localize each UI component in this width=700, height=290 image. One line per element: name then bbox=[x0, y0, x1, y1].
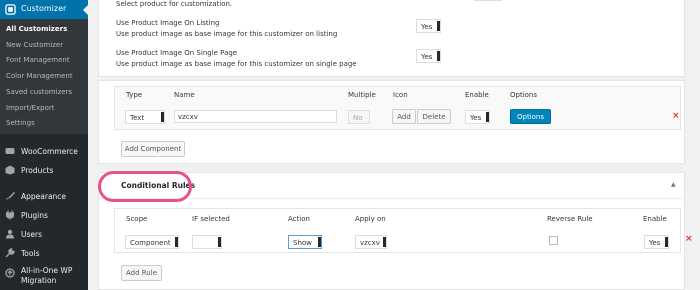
submenu-settings[interactable]: Settings bbox=[6, 119, 35, 127]
col-scope: Scope bbox=[126, 215, 148, 223]
remove-component-icon[interactable]: × bbox=[672, 111, 680, 121]
sidebar-item-label-line2: Migration bbox=[21, 276, 57, 285]
select-handle bbox=[665, 237, 668, 247]
col-icon: Icon bbox=[393, 91, 408, 99]
select-handle bbox=[383, 237, 386, 247]
col-enable: Enable bbox=[465, 91, 489, 99]
sidebar-item-label: Customizer bbox=[21, 4, 67, 13]
listing-image-value: Yes bbox=[421, 23, 433, 31]
rule-scope-select[interactable]: Component bbox=[125, 235, 179, 249]
sidebar-item-customizer[interactable]: Customizer bbox=[0, 0, 88, 19]
single-image-label: Use Product Image On Single Page bbox=[116, 49, 238, 57]
sidebar-item-label: Plugins bbox=[21, 211, 48, 220]
rule-apply-on-select[interactable]: vzcxv bbox=[355, 235, 387, 249]
component-name-input[interactable]: vzcxv bbox=[174, 110, 337, 123]
component-enable-value: Yes bbox=[470, 114, 482, 122]
customizer-icon bbox=[5, 4, 16, 15]
col-enable: Enable bbox=[643, 215, 667, 223]
sidebar-item-woocommerce[interactable]: WooCommerce bbox=[0, 142, 88, 161]
rule-scope-value: Component bbox=[130, 239, 171, 247]
submenu-font-management[interactable]: Font Management bbox=[6, 56, 70, 64]
submenu-color-management[interactable]: Color Management bbox=[6, 72, 73, 80]
select-handle bbox=[318, 237, 321, 247]
component-type-value: Text bbox=[130, 114, 145, 122]
component-type-select[interactable]: Text bbox=[125, 110, 165, 124]
col-options: Options bbox=[510, 91, 538, 99]
sidebar-item-label: Tools bbox=[21, 249, 40, 258]
select-handle bbox=[218, 237, 221, 247]
select-handle bbox=[161, 112, 164, 122]
component-options-button[interactable]: Options bbox=[510, 109, 551, 124]
admin-sidebar: Customizer All Customizers New Customize… bbox=[0, 0, 88, 290]
products-icon bbox=[5, 165, 15, 175]
submenu-saved-customizers[interactable]: Saved customizers bbox=[6, 88, 72, 96]
rule-if-selected-select[interactable] bbox=[192, 235, 222, 249]
product-select[interactable] bbox=[474, 0, 502, 1]
add-rule-button[interactable]: Add Rule bbox=[121, 265, 162, 281]
listing-image-label: Use Product Image On Listing bbox=[116, 19, 220, 27]
sidebar-item-label: Products bbox=[21, 166, 54, 175]
col-apply-on: Apply on bbox=[355, 215, 386, 223]
single-image-value: Yes bbox=[421, 53, 433, 61]
select-product-hint: Select product for customization. bbox=[116, 0, 233, 8]
sidebar-item-products[interactable]: Products bbox=[0, 161, 88, 180]
col-if-selected: IF selected bbox=[192, 215, 230, 223]
col-action: Action bbox=[288, 215, 310, 223]
tools-icon bbox=[5, 248, 15, 258]
plugins-icon bbox=[5, 210, 15, 220]
sidebar-item-label: All-in-One WP bbox=[21, 266, 73, 275]
rule-enable-select[interactable]: Yes bbox=[644, 235, 669, 249]
icon-delete-button[interactable]: Delete bbox=[417, 109, 451, 124]
single-image-select[interactable]: Yes bbox=[416, 49, 441, 63]
rule-enable-value: Yes bbox=[649, 239, 661, 247]
appearance-icon bbox=[6, 192, 15, 200]
component-enable-select[interactable]: Yes bbox=[465, 110, 490, 124]
component-multiple-value: No bbox=[353, 114, 363, 122]
collapse-toggle-icon[interactable]: ▲ bbox=[671, 181, 676, 188]
users-icon bbox=[6, 229, 14, 239]
col-multiple: Multiple bbox=[348, 91, 376, 99]
rule-apply-on-value: vzcxv bbox=[360, 239, 380, 247]
select-handle bbox=[437, 21, 440, 31]
woocommerce-icon bbox=[5, 148, 15, 154]
sidebar-item-label: WooCommerce bbox=[21, 147, 78, 156]
sidebar-item-label: Appearance bbox=[21, 192, 67, 201]
listing-image-desc: Use product image as base image for this… bbox=[116, 30, 338, 38]
listing-image-select[interactable]: Yes bbox=[416, 19, 441, 33]
select-handle bbox=[486, 112, 489, 122]
sidebar-item-tools[interactable]: Tools bbox=[0, 244, 88, 263]
remove-rule-icon[interactable]: × bbox=[685, 234, 693, 244]
icon-add-button[interactable]: Add bbox=[392, 109, 416, 124]
highlight-annotation bbox=[98, 171, 192, 202]
sidebar-item-all-in-one-wp-migration[interactable]: All-in-One WP Migration bbox=[0, 264, 88, 290]
single-image-desc: Use product image as base image for this… bbox=[116, 60, 357, 68]
add-component-button[interactable]: Add Component bbox=[121, 141, 185, 157]
customizer-settings-panel: Select product for customization. Use Pr… bbox=[98, 0, 685, 77]
components-panel: Type Name Multiple Icon Enable Options T… bbox=[98, 80, 685, 164]
rule-action-value: Show bbox=[293, 239, 312, 247]
submenu-new-customizer[interactable]: New Customizer bbox=[6, 41, 63, 49]
main-content: Select product for customization. Use Pr… bbox=[88, 0, 700, 290]
sidebar-item-appearance[interactable]: Appearance bbox=[0, 187, 88, 206]
select-handle bbox=[437, 51, 440, 61]
reverse-rule-checkbox[interactable] bbox=[549, 236, 558, 245]
col-name: Name bbox=[174, 91, 195, 99]
col-type: Type bbox=[126, 91, 143, 99]
rule-action-select[interactable]: Show bbox=[288, 235, 322, 249]
migration-icon bbox=[5, 268, 15, 278]
submenu-all-customizers[interactable]: All Customizers bbox=[6, 25, 67, 33]
col-reverse-rule: Reverse Rule bbox=[547, 215, 593, 223]
submenu-import-export[interactable]: Import/Export bbox=[6, 104, 55, 112]
section-divider bbox=[99, 198, 684, 199]
select-handle bbox=[175, 237, 178, 247]
sidebar-item-label: Users bbox=[21, 230, 43, 239]
component-multiple-select[interactable]: No bbox=[348, 110, 370, 124]
sidebar-item-users[interactable]: Users bbox=[0, 225, 88, 244]
sidebar-item-plugins[interactable]: Plugins bbox=[0, 206, 88, 225]
customizer-submenu: All Customizers New Customizer Font Mana… bbox=[0, 19, 88, 134]
